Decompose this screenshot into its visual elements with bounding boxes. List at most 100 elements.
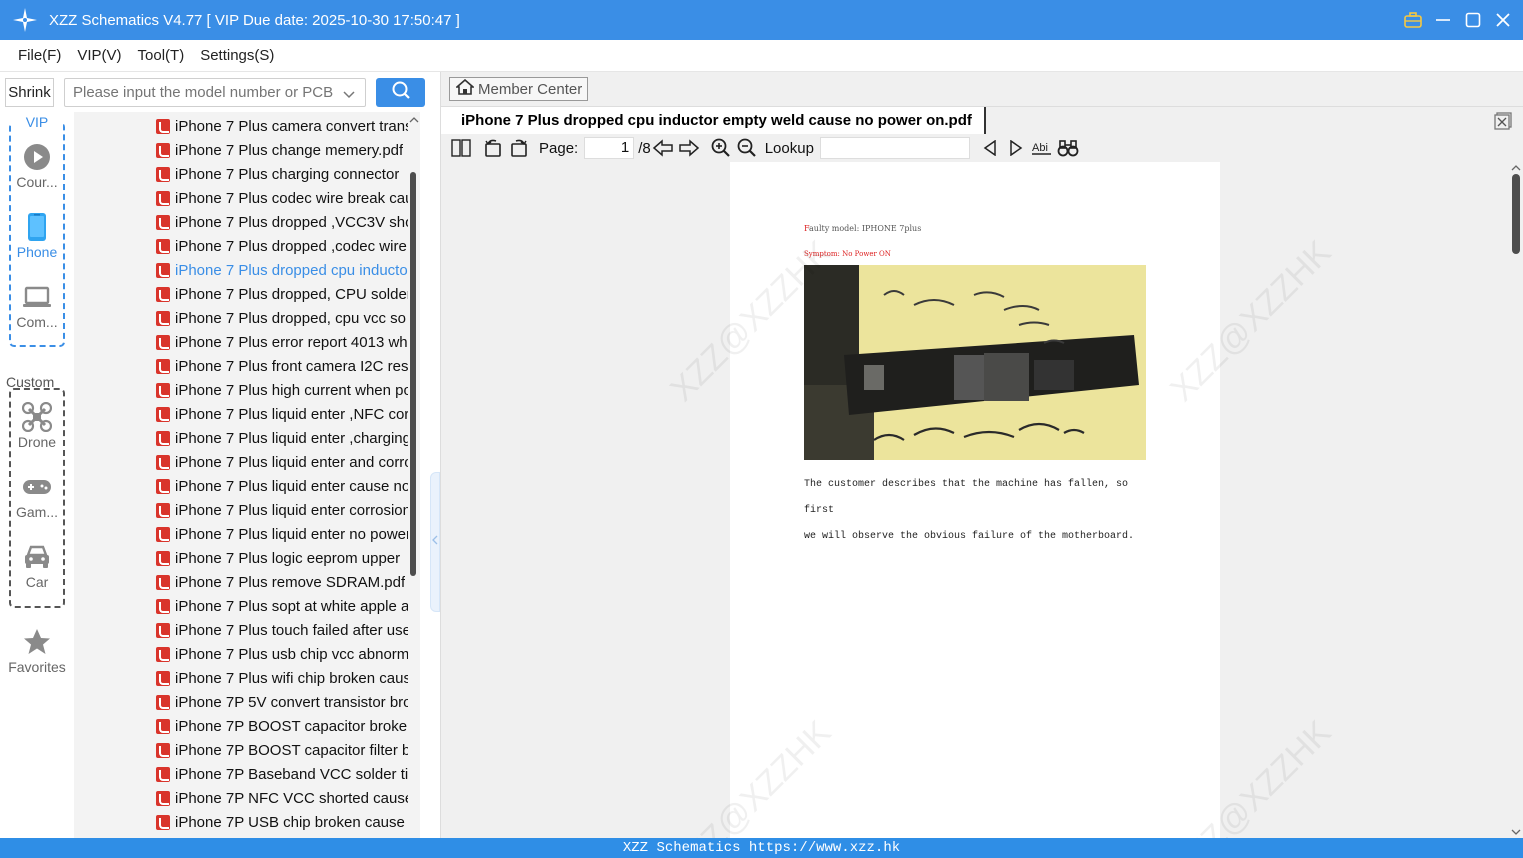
- pdf-file-icon: [156, 262, 170, 278]
- file-list-item[interactable]: iPhone 7 Plus dropped ,codec wire: [74, 234, 408, 258]
- menu-file[interactable]: File(F): [18, 47, 61, 64]
- chevron-down-icon[interactable]: [343, 87, 355, 105]
- file-list-scroll-thumb[interactable]: [410, 172, 416, 576]
- file-name: iPhone 7 Plus usb chip vcc abnormal: [175, 645, 408, 663]
- model-search-combo[interactable]: [64, 78, 366, 107]
- zoom-out-icon[interactable]: [735, 136, 759, 160]
- sidebar-item-drone[interactable]: Drone: [0, 402, 74, 450]
- search-input[interactable]: [73, 84, 338, 101]
- pdf-file-icon: [156, 310, 170, 326]
- file-list-item[interactable]: iPhone 7 Plus liquid enter ,charging: [74, 426, 408, 450]
- sidebar-item-phone[interactable]: Phone: [0, 212, 74, 260]
- member-center-button[interactable]: Member Center: [449, 77, 588, 101]
- pdf-file-icon: [156, 286, 170, 302]
- file-list-item[interactable]: iPhone 7P BOOST capacitor filter b: [74, 738, 408, 762]
- document-canvas[interactable]: Faulty model: IPHONE 7plus Symptom: No P…: [441, 162, 1523, 838]
- file-list-item[interactable]: iPhone 7 Plus change memery.pdf: [74, 138, 408, 162]
- rotate-right-icon[interactable]: [507, 136, 531, 160]
- file-name: iPhone 7 Plus charging connector: [175, 165, 400, 183]
- file-list-scrollbar[interactable]: [408, 112, 420, 838]
- file-list-item[interactable]: iPhone 7 Plus liquid enter cause no: [74, 474, 408, 498]
- menu-bar: File(F) VIP(V) Tool(T) Settings(S): [0, 40, 1523, 72]
- pane-splitter-handle[interactable]: [430, 472, 440, 612]
- file-name: iPhone 7 Plus wifi chip broken cause: [175, 669, 408, 687]
- file-list-item[interactable]: iPhone 7 Plus high current when power: [74, 378, 408, 402]
- document-body: The customer describes that the machine …: [804, 472, 1149, 550]
- sidebar-item-car[interactable]: Car: [0, 542, 74, 590]
- file-name: iPhone 7P USB chip broken cause: [175, 813, 405, 831]
- page-label: Page:: [539, 139, 579, 157]
- sidebar-item-label: Drone: [17, 434, 57, 450]
- file-list-item[interactable]: iPhone 7 Plus logic eeprom upper: [74, 546, 408, 570]
- file-list-item[interactable]: iPhone 7 Plus remove SDRAM.pdf: [74, 570, 408, 594]
- binoculars-icon[interactable]: [1056, 136, 1080, 160]
- pdf-file-icon: [156, 478, 170, 494]
- vip-group-label: VIP: [11, 114, 63, 130]
- file-list-item[interactable]: iPhone 7 Plus dropped, CPU solder: [74, 282, 408, 306]
- pdf-file-icon: [156, 358, 170, 374]
- find-previous-icon[interactable]: [978, 136, 1002, 160]
- file-list-item[interactable]: iPhone 7 Plus touch failed after use: [74, 618, 408, 642]
- sidebar-item-favorites[interactable]: Favorites: [0, 627, 74, 675]
- two-page-view-icon[interactable]: [449, 136, 473, 160]
- file-name: iPhone 7 Plus liquid enter cause no: [175, 477, 408, 495]
- document-tab[interactable]: iPhone 7 Plus dropped cpu inductor empty…: [441, 107, 986, 134]
- maximize-button[interactable]: [1463, 10, 1483, 30]
- rotate-left-icon[interactable]: [481, 136, 505, 160]
- search-button[interactable]: [376, 78, 425, 107]
- document-tab-title: iPhone 7 Plus dropped cpu inductor empty…: [461, 112, 972, 129]
- file-list-item[interactable]: iPhone 7 Plus sopt at white apple a: [74, 594, 408, 618]
- file-list-item[interactable]: iPhone 7 Plus liquid enter and corrosion: [74, 450, 408, 474]
- file-list-item[interactable]: iPhone 7 Plus dropped ,VCC3V short: [74, 210, 408, 234]
- minimize-button[interactable]: [1433, 10, 1453, 30]
- file-list-item[interactable]: iPhone 7 Plus liquid enter no power: [74, 522, 408, 546]
- scroll-down-icon[interactable]: [1511, 828, 1521, 836]
- document-scroll-thumb[interactable]: [1512, 174, 1520, 254]
- menu-settings[interactable]: Settings(S): [200, 47, 274, 64]
- pdf-file-icon: [156, 814, 170, 830]
- window-title: XZZ Schematics V4.77 [ VIP Due date: 202…: [49, 11, 460, 29]
- file-list-item[interactable]: iPhone 7 Plus front camera I2C resistor: [74, 354, 408, 378]
- match-case-icon[interactable]: Abi: [1030, 136, 1054, 160]
- menu-tool[interactable]: Tool(T): [138, 47, 185, 64]
- find-next-icon[interactable]: [1004, 136, 1028, 160]
- file-name: iPhone 7P Baseband VCC solder tin: [175, 765, 408, 783]
- file-list-item[interactable]: iPhone 7P BOOST capacitor broken: [74, 714, 408, 738]
- file-list-item[interactable]: iPhone 7 Plus dropped cpu inductor empty…: [74, 258, 408, 282]
- file-list-item[interactable]: iPhone 7P USB chip broken cause: [74, 810, 408, 834]
- file-list-item[interactable]: iPhone 7 Plus codec wire break cause: [74, 186, 408, 210]
- sidebar-item-computer[interactable]: Com...: [0, 282, 74, 330]
- briefcase-icon[interactable]: [1403, 10, 1423, 30]
- close-tab-icon[interactable]: [1493, 111, 1513, 136]
- close-button[interactable]: [1493, 10, 1513, 30]
- previous-page-arrow-icon[interactable]: [651, 136, 675, 160]
- file-list-item[interactable]: iPhone 7 Plus usb chip vcc abnormal: [74, 642, 408, 666]
- zoom-in-icon[interactable]: [709, 136, 733, 160]
- page-number-input[interactable]: 1: [584, 137, 635, 159]
- laptop-icon: [0, 282, 74, 312]
- next-page-arrow-icon[interactable]: [677, 136, 701, 160]
- menu-vip[interactable]: VIP(V): [77, 47, 121, 64]
- file-list-item[interactable]: iPhone 7 Plus liquid enter corrosion: [74, 498, 408, 522]
- scroll-up-icon[interactable]: [409, 116, 419, 124]
- sidebar-item-gaming[interactable]: Gam...: [0, 472, 74, 520]
- file-list-item[interactable]: iPhone 7 Plus wifi chip broken cause: [74, 666, 408, 690]
- scroll-up-icon[interactable]: [1511, 164, 1521, 172]
- file-list-item[interactable]: iPhone 7 Plus dropped, cpu vcc so: [74, 306, 408, 330]
- file-list-item[interactable]: iPhone 7 Plus charging connector: [74, 162, 408, 186]
- file-name: iPhone 7 Plus liquid enter and corrosion: [175, 453, 408, 471]
- file-list-item[interactable]: iPhone 7 Plus camera convert transistor …: [74, 114, 408, 138]
- file-name: iPhone 7 Plus dropped ,VCC3V short: [175, 213, 408, 231]
- file-list-item[interactable]: iPhone 7P 5V convert transistor broken: [74, 690, 408, 714]
- file-name: iPhone 7P 5V convert transistor broken: [175, 693, 408, 711]
- file-name: iPhone 7 Plus touch failed after use: [175, 621, 408, 639]
- file-list-item[interactable]: iPhone 7 Plus error report 4013 when: [74, 330, 408, 354]
- sidebar-item-label: Gam...: [15, 504, 58, 520]
- file-list-item[interactable]: iPhone 7P NFC VCC shorted cause: [74, 786, 408, 810]
- file-list-item[interactable]: iPhone 7 Plus liquid enter ,NFC cor: [74, 402, 408, 426]
- sidebar-item-courses[interactable]: Cour...: [0, 142, 74, 190]
- file-list-item[interactable]: iPhone 7P Baseband VCC solder tin: [74, 762, 408, 786]
- lookup-input[interactable]: [819, 137, 970, 159]
- shrink-button[interactable]: Shrink: [5, 78, 54, 107]
- document-scrollbar[interactable]: [1509, 162, 1523, 838]
